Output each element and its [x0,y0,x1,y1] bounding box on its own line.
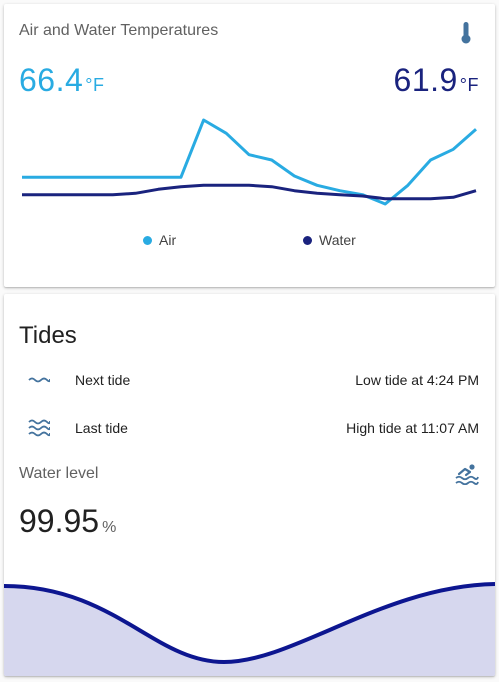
swimmer-icon [455,463,479,486]
series-line-water [22,183,477,201]
last-tide-value: High tide at 11:07 AM [346,420,479,436]
legend-label-air: Air [159,232,177,248]
series-line-air [22,118,477,206]
last-tide-label: Last tide [75,420,128,436]
tides-title: Tides [19,322,77,349]
water-level-graph [4,582,495,676]
air-temperature-unit: °F [85,75,105,95]
air-temperature-value: 66.4 °F [19,62,104,99]
card-title: Air and Water Temperatures [19,22,219,39]
legend-dot-water [303,235,312,245]
water-level-number: 99.95 [19,503,100,539]
next-tide-label: Next tide [75,372,131,388]
water-level-value: 99.95% [19,503,116,540]
water-level-unit: % [102,519,117,536]
legend-dot-air [143,235,152,245]
thermometer-icon [459,21,473,45]
legend-item-water[interactable]: Water [303,232,356,248]
water-level-label: Water level [19,465,99,482]
tides-card[interactable]: Tides Next tide Low tide at 4:24 PM Last… [4,294,495,676]
temperatures-card[interactable]: Air and Water Temperatures 66.4 °F 61.9 °F… [4,4,495,287]
water-temperature-number: 61.9 [393,62,458,98]
temperature-chart[interactable] [4,112,495,212]
wave-icon [28,372,51,386]
water-temperature-unit: °F [459,75,479,95]
air-temperature-number: 66.4 [19,62,84,98]
legend-label-water: Water [319,232,356,248]
water-temperature-value: 61.9 °F [394,62,479,99]
legend-item-air[interactable]: Air [143,232,176,248]
next-tide-value: Low tide at 4:24 PM [355,372,479,388]
waves-icon [28,418,51,438]
